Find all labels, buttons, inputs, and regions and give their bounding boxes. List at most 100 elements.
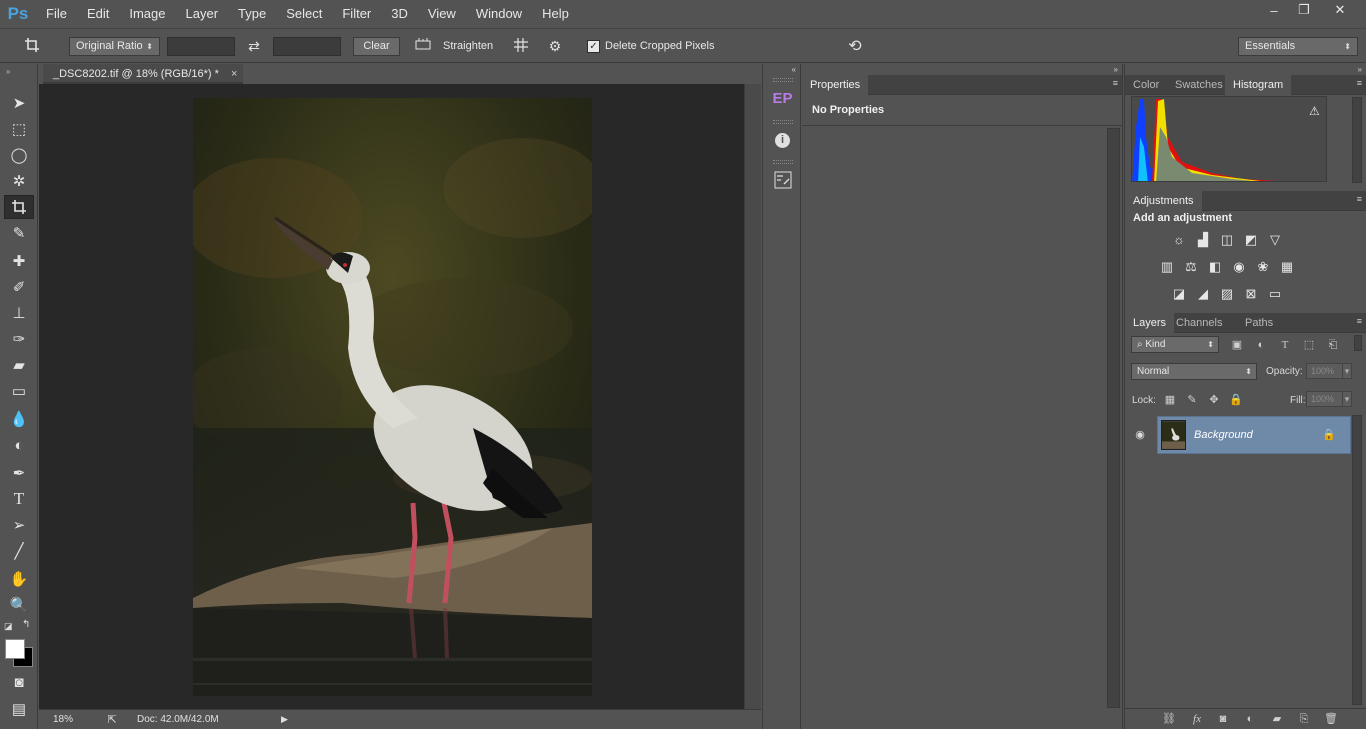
marquee-tool-icon[interactable]: ⬚ xyxy=(4,117,34,141)
tab-swatches[interactable]: Swatches xyxy=(1167,75,1231,95)
blur-tool-icon[interactable]: 💧 xyxy=(4,407,34,431)
group-icon[interactable]: ▰ xyxy=(1269,712,1285,726)
share-icon[interactable]: ⇱ xyxy=(87,713,137,726)
posterize-icon[interactable]: ◢ xyxy=(1194,285,1212,303)
line-tool-icon[interactable]: ╱ xyxy=(4,539,34,563)
type-tool-icon[interactable]: T xyxy=(4,487,34,511)
reset-icon[interactable]: ⟲ xyxy=(844,37,866,56)
tab-color[interactable]: Color xyxy=(1125,75,1167,95)
chevron-down-icon[interactable]: ▾ xyxy=(1342,391,1352,407)
crop-height-input[interactable] xyxy=(273,37,341,56)
minimize-button[interactable]: – xyxy=(1260,0,1288,20)
curves-icon[interactable]: ◫ xyxy=(1218,231,1236,249)
cache-warning-icon[interactable]: ⚠ xyxy=(1309,104,1320,118)
default-colors-icon[interactable]: ◪ xyxy=(4,621,13,632)
panel-menu-icon[interactable]: ≡ xyxy=(1357,78,1362,88)
hue-saturation-icon[interactable]: ▥ xyxy=(1158,258,1176,276)
filter-smart-object-icon[interactable]: ⎗ xyxy=(1325,337,1341,353)
extension-ep-button[interactable]: EP xyxy=(768,85,797,111)
straighten-label[interactable]: Straighten xyxy=(443,37,493,56)
hand-tool-icon[interactable]: ✋ xyxy=(4,567,34,591)
info-icon[interactable]: i xyxy=(768,127,797,153)
black-white-icon[interactable]: ◧ xyxy=(1206,258,1224,276)
quick-select-tool-icon[interactable]: ✲ xyxy=(4,169,34,193)
link-icon[interactable]: ⛓ xyxy=(1161,712,1177,726)
visibility-eye-icon[interactable]: ◉ xyxy=(1133,428,1147,442)
gear-icon[interactable]: ⚙ xyxy=(544,37,566,56)
pen-tool-icon[interactable]: ✒ xyxy=(4,461,34,485)
layer-lock-icon[interactable]: 🔒 xyxy=(1322,428,1336,441)
zoom-level[interactable]: 18% xyxy=(39,714,87,725)
filter-type-icon[interactable]: T xyxy=(1277,337,1293,353)
document-tab[interactable]: _DSC8202.tif @ 18% (RGB/16*) * × xyxy=(43,64,243,84)
panel-collapse-icon[interactable]: « xyxy=(792,65,796,74)
history-brush-tool-icon[interactable]: ✑ xyxy=(4,327,34,351)
menu-window[interactable]: Window xyxy=(466,0,532,28)
lock-transparent-icon[interactable]: ▦ xyxy=(1163,393,1177,407)
panel-menu-icon[interactable]: ≡ xyxy=(1357,316,1362,326)
selective-color-icon[interactable]: ⊠ xyxy=(1242,285,1260,303)
status-menu-arrow-icon[interactable]: ▶ xyxy=(281,714,288,725)
restore-button[interactable]: ❐ xyxy=(1290,0,1318,20)
swap-icon[interactable]: ⇄ xyxy=(244,37,264,56)
menu-file[interactable]: File xyxy=(36,0,77,28)
canvas-area[interactable] xyxy=(39,84,744,709)
panel-collapse-icon[interactable]: » xyxy=(6,67,10,76)
screen-mode-icon[interactable]: ▤ xyxy=(4,697,34,721)
dock-grip[interactable] xyxy=(773,160,793,164)
menu-select[interactable]: Select xyxy=(276,0,332,28)
quick-mask-icon[interactable]: ◙ xyxy=(4,670,34,694)
menu-type[interactable]: Type xyxy=(228,0,276,28)
menu-help[interactable]: Help xyxy=(532,0,579,28)
panel-collapse-icon[interactable]: » xyxy=(1358,65,1362,74)
filter-pixel-icon[interactable]: ▣ xyxy=(1229,337,1245,353)
panel-menu-icon[interactable]: ≡ xyxy=(1357,194,1362,204)
menu-view[interactable]: View xyxy=(418,0,466,28)
overlay-grid-icon[interactable] xyxy=(510,37,532,56)
levels-icon[interactable]: ▟ xyxy=(1194,231,1212,249)
color-lookup-icon[interactable]: ▦ xyxy=(1278,258,1296,276)
zoom-tool-icon[interactable]: 🔍 xyxy=(4,593,34,617)
tab-properties[interactable]: Properties xyxy=(802,75,869,95)
adjustment-layer-icon[interactable]: ◐ xyxy=(1242,712,1258,726)
menu-filter[interactable]: Filter xyxy=(332,0,381,28)
exposure-icon[interactable]: ◩ xyxy=(1242,231,1260,249)
layer-row[interactable]: ◉ Background 🔒 xyxy=(1125,415,1351,455)
lock-image-icon[interactable]: ✎ xyxy=(1185,393,1199,407)
dodge-tool-icon[interactable]: ◐ xyxy=(4,433,34,457)
straighten-icon[interactable] xyxy=(412,37,434,56)
trash-icon[interactable]: 🗑 xyxy=(1323,712,1339,726)
vibrance-icon[interactable]: ▽ xyxy=(1266,231,1284,249)
properties-panel-icon[interactable] xyxy=(768,167,797,193)
dock-grip[interactable] xyxy=(773,120,793,124)
panel-menu-icon[interactable]: ≡ xyxy=(1113,78,1118,88)
delete-cropped-checkbox[interactable]: ✓ xyxy=(587,40,600,53)
menu-3d[interactable]: 3D xyxy=(381,0,418,28)
gradient-tool-icon[interactable]: ▭ xyxy=(4,379,34,403)
lock-position-icon[interactable]: ✥ xyxy=(1207,393,1221,407)
crop-width-input[interactable] xyxy=(167,37,235,56)
layers-scrollbar[interactable] xyxy=(1352,415,1362,705)
blend-mode-dropdown[interactable]: Normal ⬍ xyxy=(1131,363,1257,380)
layer-item-selected[interactable]: Background 🔒 xyxy=(1157,416,1351,454)
lasso-tool-icon[interactable]: ◯ xyxy=(4,143,34,167)
filter-shape-icon[interactable]: ⬚ xyxy=(1301,337,1317,353)
photo-filter-icon[interactable]: ◉ xyxy=(1230,258,1248,276)
foreground-color-swatch[interactable] xyxy=(5,639,25,659)
spot-heal-tool-icon[interactable]: ✚ xyxy=(4,249,34,273)
close-icon[interactable]: × xyxy=(231,64,245,84)
eyedropper-tool-icon[interactable]: ✎ xyxy=(4,221,34,245)
gradient-map-icon[interactable]: ▭ xyxy=(1266,285,1284,303)
threshold-icon[interactable]: ▨ xyxy=(1218,285,1236,303)
invert-icon[interactable]: ◪ xyxy=(1170,285,1188,303)
filter-adjustment-icon[interactable]: ◐ xyxy=(1253,337,1269,353)
filter-toggle[interactable] xyxy=(1354,335,1362,351)
eraser-tool-icon[interactable]: ▰ xyxy=(4,353,34,377)
layer-kind-filter[interactable]: ⌕ Kind ⬍ xyxy=(1131,336,1219,353)
tab-paths[interactable]: Paths xyxy=(1237,313,1281,333)
tab-layers[interactable]: Layers xyxy=(1125,313,1175,333)
brush-tool-icon[interactable]: ✐ xyxy=(4,275,34,299)
move-tool-icon[interactable]: ➤ xyxy=(4,91,34,115)
close-button[interactable]: ✕ xyxy=(1320,0,1360,20)
tab-adjustments[interactable]: Adjustments xyxy=(1125,191,1202,211)
